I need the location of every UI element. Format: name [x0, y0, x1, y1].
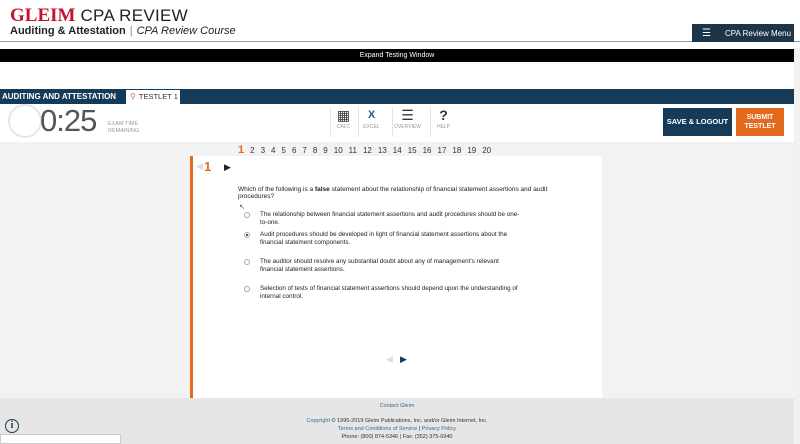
tool-label: EXCEL: [363, 124, 380, 130]
pager-previous-icon[interactable]: ◀: [386, 354, 393, 365]
app-header: GLEIM CPA REVIEW Auditing & Attestation |…: [0, 0, 800, 42]
question-nav-item[interactable]: 18: [452, 146, 461, 155]
previous-question-arrow-icon[interactable]: ◀: [196, 161, 203, 172]
privacy-link[interactable]: Privacy Policy: [422, 426, 456, 432]
overview-button[interactable]: ☰ OVERVIEW: [392, 107, 422, 137]
answer-text: Audit procedures should be developed in …: [260, 231, 508, 246]
radio-button[interactable]: [244, 259, 250, 265]
tab-testlet-1[interactable]: ⚲ TESTLET 1: [125, 89, 181, 104]
question-nav-item[interactable]: 1: [238, 144, 244, 156]
section-bar: AUDITING AND ATTESTATION ⚲ TESTLET 1: [0, 89, 794, 104]
question-nav-item[interactable]: 5: [281, 146, 285, 155]
question-nav-item[interactable]: 20: [482, 146, 491, 155]
copyright-text: © 1995-2019 Gleim Publications, Inc. and…: [330, 418, 488, 424]
exam-timer: 0:25: [40, 103, 97, 138]
help-icon: ?: [439, 107, 448, 123]
question-text-emphasis: false: [314, 186, 330, 193]
menu-label: CPA Review Menu: [724, 28, 792, 38]
question-nav-item[interactable]: 6: [292, 146, 296, 155]
location-pin-icon: ⚲: [130, 92, 136, 101]
question-nav-item[interactable]: 7: [302, 146, 306, 155]
answer-option-b[interactable]: Audit procedures should be developed in …: [244, 231, 544, 246]
page-scrollbar[interactable]: [794, 48, 800, 444]
product-name: CPA REVIEW: [80, 6, 189, 25]
calculator-icon: ▦: [336, 107, 351, 123]
timer-label: EXAM TIME REMAINING: [108, 121, 140, 134]
question-nav-item[interactable]: 17: [438, 146, 447, 155]
answer-text: The auditor should resolve any substanti…: [260, 258, 499, 273]
info-icon[interactable]: i: [5, 419, 19, 433]
copyright-link[interactable]: Copyright: [306, 418, 330, 424]
question-text-start: Which of the following is a: [238, 186, 315, 193]
mouse-cursor-icon: ↖: [239, 204, 245, 211]
contact-phone: Phone: (800) 874-5346 | Fax: (352) 375-6…: [341, 434, 453, 440]
excel-icon: X: [367, 109, 376, 121]
contact-gleim-link[interactable]: Contact Gleim: [0, 403, 794, 409]
answer-text: Selection of tests of financial statemen…: [260, 285, 518, 300]
answer-option-a[interactable]: The relationship between financial state…: [244, 211, 544, 226]
question-nav-item[interactable]: 15: [408, 146, 417, 155]
bottom-panel: [0, 434, 121, 444]
question-nav-item[interactable]: 12: [363, 146, 372, 155]
answer-text: The relationship between financial state…: [260, 211, 520, 226]
excel-button[interactable]: X EXCEL: [358, 107, 384, 137]
question-nav-item[interactable]: 16: [423, 146, 432, 155]
overview-icon: ☰: [401, 107, 414, 123]
answer-option-d[interactable]: Selection of tests of financial statemen…: [244, 285, 544, 300]
tool-label: CALC: [336, 124, 351, 130]
section-title: AUDITING AND ATTESTATION: [2, 92, 117, 101]
brand-name: GLEIM: [10, 5, 76, 26]
question-nav-item[interactable]: 11: [349, 146, 357, 155]
question-nav-item[interactable]: 8: [313, 146, 317, 155]
hamburger-icon: ☰: [702, 27, 711, 39]
divider: |: [129, 25, 133, 37]
question-navigator: 1 2 3 4 5 6 7 8 9 10 11 12 13 14 15 16 17 18 19 20: [238, 144, 497, 156]
question-nav-item[interactable]: 3: [261, 146, 265, 155]
clock-icon: [8, 104, 42, 138]
question-nav-item[interactable]: 2: [250, 146, 254, 155]
submit-label-line2: TESTLET: [744, 123, 776, 130]
course-name: CPA Review Course: [136, 25, 236, 37]
question-nav-item[interactable]: 4: [271, 146, 275, 155]
testlet-tab-label: TESTLET 1: [138, 92, 178, 101]
question-text: Which of the following is a false statem…: [238, 186, 578, 200]
next-question-arrow-icon[interactable]: ▶: [224, 162, 231, 173]
question-nav-item[interactable]: 19: [467, 146, 476, 155]
question-number: 1: [204, 159, 212, 174]
radio-button[interactable]: [244, 212, 250, 218]
answer-option-c[interactable]: The auditor should resolve any substanti…: [244, 258, 544, 273]
course-subtitle: Auditing & Attestation | CPA Review Course: [10, 25, 236, 37]
tool-label: OVERVIEW: [394, 124, 421, 130]
terms-link[interactable]: Terms and Conditions of Service: [338, 426, 417, 432]
expand-testing-window-bar[interactable]: Expand Testing Window: [0, 49, 794, 62]
submit-testlet-button[interactable]: SUBMIT TESTLET: [736, 108, 784, 136]
question-nav-item[interactable]: 9: [323, 146, 327, 155]
radio-button[interactable]: [244, 286, 250, 292]
submit-label-line1: SUBMIT: [746, 114, 774, 121]
tool-label: HELP: [436, 124, 451, 130]
save-logout-button[interactable]: SAVE & LOGOUT: [663, 108, 732, 136]
question-nav-item[interactable]: 10: [334, 146, 343, 155]
calculator-button[interactable]: ▦ CALC: [330, 107, 356, 137]
radio-button-selected[interactable]: [244, 232, 250, 238]
cpa-review-menu-button[interactable]: ☰ CPA Review Menu: [692, 24, 794, 42]
question-nav-item[interactable]: 13: [378, 146, 387, 155]
help-button[interactable]: ? HELP: [430, 107, 456, 137]
question-nav-item[interactable]: 14: [393, 146, 402, 155]
pager-next-icon[interactable]: ▶: [400, 354, 407, 365]
course-section: Auditing & Attestation: [10, 25, 126, 37]
gleim-logo[interactable]: GLEIM CPA REVIEW: [10, 5, 188, 27]
